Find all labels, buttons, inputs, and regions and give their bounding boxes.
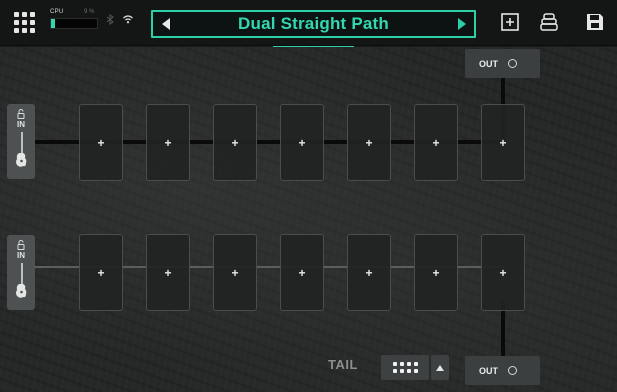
unlock-icon [17, 240, 25, 250]
empty-block-slot[interactable]: + [146, 104, 190, 181]
unlock-icon [17, 109, 25, 119]
empty-block-slot[interactable]: + [481, 104, 525, 181]
wifi-icon[interactable] [122, 12, 134, 24]
grid-menu-icon[interactable] [10, 8, 38, 36]
plus-icon: + [231, 265, 239, 280]
bluetooth-icon[interactable] [106, 13, 114, 28]
input-label: IN [17, 251, 25, 260]
preset-selector[interactable]: Dual Straight Path [151, 10, 476, 38]
empty-block-slot[interactable]: + [213, 104, 257, 181]
plus-icon: + [365, 135, 373, 150]
input-block[interactable]: IN [7, 235, 35, 310]
plus-icon: + [97, 135, 105, 150]
plus-icon: + [298, 135, 306, 150]
plus-square-icon[interactable] [499, 11, 521, 33]
cpu-label: CPU [50, 9, 64, 15]
empty-block-slot[interactable]: + [213, 234, 257, 311]
input-block[interactable]: IN [7, 104, 35, 179]
grid-view-icon[interactable] [381, 355, 429, 380]
empty-block-slot[interactable]: + [347, 104, 391, 181]
chevron-up-icon[interactable] [431, 355, 449, 380]
output-block[interactable]: OUT [465, 49, 540, 78]
empty-block-slot[interactable]: + [481, 234, 525, 311]
plus-icon: + [298, 265, 306, 280]
plus-icon: + [432, 135, 440, 150]
output-block[interactable]: OUT [465, 356, 540, 385]
plus-icon: + [499, 135, 507, 150]
top-bar: CPU 9 % Dual Straight Path [0, 0, 617, 46]
empty-block-slot[interactable]: + [79, 234, 123, 311]
tail-label: TAIL [328, 357, 358, 372]
empty-block-slot[interactable]: + [79, 104, 123, 181]
plus-icon: + [432, 265, 440, 280]
plus-icon: + [97, 265, 105, 280]
cpu-meter-fill [51, 19, 56, 28]
plus-icon: + [499, 265, 507, 280]
guitar-icon [16, 263, 27, 298]
empty-block-slot[interactable]: + [280, 104, 324, 181]
signal-chain-canvas [0, 47, 617, 392]
preset-name: Dual Straight Path [238, 14, 389, 33]
output-label: OUT [479, 365, 498, 376]
floppy-disk-icon[interactable] [584, 11, 606, 33]
cpu-percent: 9 % [84, 9, 95, 15]
empty-block-slot[interactable]: + [146, 234, 190, 311]
input-label: IN [17, 120, 25, 129]
cpu-meter [50, 18, 98, 29]
circle-icon [508, 366, 517, 375]
guitar-icon [16, 132, 27, 167]
empty-block-slot[interactable]: + [347, 234, 391, 311]
empty-block-slot[interactable]: + [414, 234, 458, 311]
circle-icon [508, 59, 517, 68]
output-label: OUT [479, 58, 498, 69]
plus-icon: + [164, 135, 172, 150]
empty-block-slot[interactable]: + [414, 104, 458, 181]
plus-icon: + [231, 135, 239, 150]
triangle-right-icon[interactable] [454, 17, 468, 31]
plus-icon: + [164, 265, 172, 280]
plus-icon: + [365, 265, 373, 280]
empty-block-slot[interactable]: + [280, 234, 324, 311]
stack-icon[interactable] [538, 11, 560, 33]
